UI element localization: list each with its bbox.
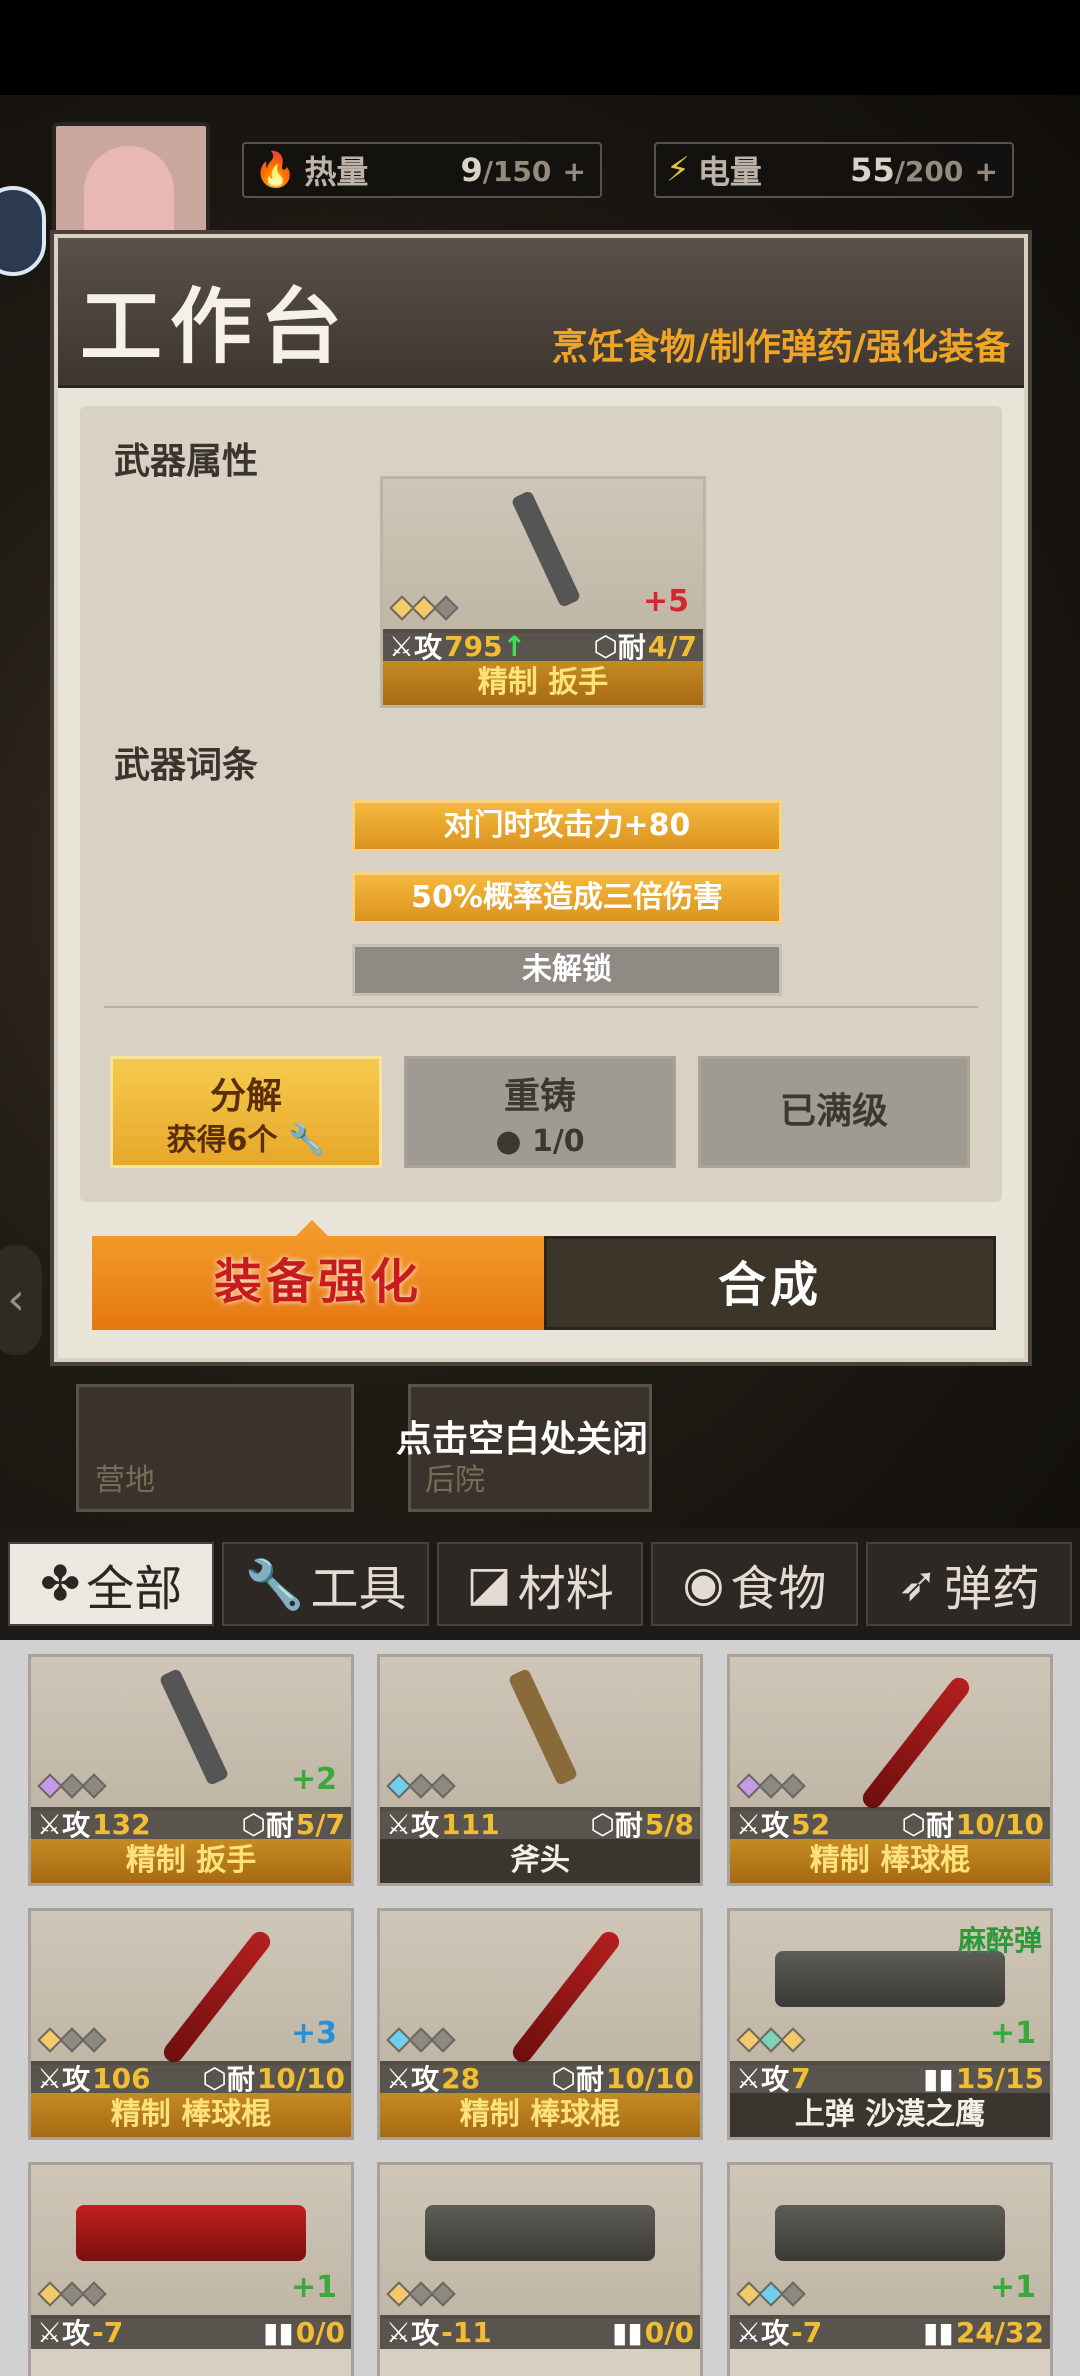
heat-resource-bar: 🔥 热量 9/150 + <box>242 142 602 198</box>
chevron-left-icon[interactable]: ‹ <box>0 1245 42 1355</box>
camp-label: 营地 <box>95 1463 155 1498</box>
modal-subtitle: 烹饪食物/制作弹药/强化装备 <box>551 327 1010 368</box>
weapon-affix-heading: 武器词条 <box>114 745 259 786</box>
clover-icon: ✤ <box>40 1556 81 1612</box>
item-card[interactable]: ⚔ 攻 28 ⬡ 耐 10/10 精制 棒球棍 <box>377 1908 703 2140</box>
ammo-tag: 麻醉弹 <box>957 1924 1042 1957</box>
tab-materials[interactable]: ◪ 材料 <box>436 1542 644 1626</box>
weapon-card[interactable]: +5 ⚔ 攻 795 ↑ ⬡ 耐 4/7 精制 扳手 <box>380 476 706 708</box>
workbench-modal: 工作台 烹饪食物/制作弹药/强化装备 武器属性 +5 ⚔ 攻 795 ↑ ⬡ 耐 4/7 精… <box>54 234 1028 1362</box>
tab-all[interactable]: ✤ 全部 <box>8 1542 215 1626</box>
food-icon: ◉ <box>682 1556 725 1612</box>
rifle-icon <box>774 2205 1006 2261</box>
inventory-grid: +2 ⚔ 攻 132 ⬡ 耐 5/7 精制 扳手 ⚔ 攻 111 ⬡ 耐 5/8 斧头 ⚔ 攻 52 ⬡ 耐… <box>0 1640 1080 2376</box>
weapon-attr-heading: 武器属性 <box>114 441 259 482</box>
screen: 🔥 热量 9/150 + ⚡ 电量 55/200 + 营地 后院 点击空白处关闭… <box>0 0 1080 2376</box>
power-label: 电量 <box>697 153 762 191</box>
modal-title: 工作台 <box>80 280 351 375</box>
ore-icon: ● <box>495 1124 522 1159</box>
tab-tools[interactable]: 🔧 工具 <box>222 1542 429 1626</box>
max-level-button: 已满级 <box>698 1056 970 1168</box>
heat-value: 9/150 + <box>460 151 586 189</box>
item-card[interactable]: +2 ⚔ 攻 132 ⬡ 耐 5/7 精制 扳手 <box>28 1654 354 1886</box>
wrench-icon: 🔧 <box>244 1556 305 1613</box>
ammo-icon: ▮▮ <box>923 2315 954 2349</box>
weapon-stats: ⚔ 攻 795 ↑ ⬡ 耐 4/7 <box>383 629 703 664</box>
power-resource-bar: ⚡ 电量 55/200 + <box>654 142 1014 198</box>
modal-header: 工作台 烹饪食物/制作弹药/强化装备 <box>58 238 1024 388</box>
chat-bubble-icon[interactable] <box>0 186 46 276</box>
quality-gems <box>389 595 459 621</box>
fire-icon: 🔥 <box>254 150 297 190</box>
tab-ammo[interactable]: ➶ 弹药 <box>865 1542 1073 1626</box>
affix-1: 对门时攻击力+80 <box>352 800 782 852</box>
modal-body: 武器属性 +5 ⚔ 攻 795 ↑ ⬡ 耐 4/7 精制 扳手 武器词条 对门时攻击力+80… <box>80 406 1002 1202</box>
power-value: 55/200 + <box>850 151 998 189</box>
affix-locked: 未解锁 <box>352 944 782 996</box>
bat-icon <box>858 1673 974 1813</box>
ammo-icon: ▮▮ <box>923 2061 954 2095</box>
tab-food[interactable]: ◉ 食物 <box>651 1542 858 1626</box>
rifle-icon <box>424 2205 656 2261</box>
axe-icon <box>507 1667 579 1787</box>
category-tabs: ✤ 全部 🔧 工具 ◪ 材料 ◉ 食物 ➶ 弹药 <box>0 1528 1080 1640</box>
weapon-name: 精制 扳手 <box>383 661 703 705</box>
pistol-icon <box>774 1951 1006 2007</box>
ammo-icon: ▮▮ <box>262 2315 294 2349</box>
heat-label: 热量 <box>304 153 369 191</box>
ammo-icon: ▮▮ <box>611 2315 643 2349</box>
item-card[interactable]: +1 ⚔ 攻 -7 ▮▮ 0/0 <box>28 2162 354 2376</box>
status-bar <box>0 0 1080 95</box>
wrench-icon <box>510 489 582 609</box>
bat-icon <box>508 1927 624 2067</box>
decompose-button[interactable]: 分解 获得6个 🔧 <box>110 1056 382 1168</box>
tab-craft[interactable]: 合成 <box>544 1236 996 1330</box>
affix-2: 50%概率造成三倍伤害 <box>352 872 782 924</box>
recast-button[interactable]: 重铸 ● 1/0 <box>404 1056 676 1168</box>
item-card[interactable]: ⚔ 攻 52 ⬡ 耐 10/10 精制 棒球棍 <box>727 1654 1053 1886</box>
bullet-icon: ➶ <box>897 1556 938 1612</box>
item-card[interactable]: ⚔ 攻 111 ⬡ 耐 5/8 斧头 <box>377 1654 703 1886</box>
battery-icon: ⚡ <box>666 150 690 190</box>
camp-card[interactable]: 营地 <box>76 1384 354 1512</box>
item-card[interactable]: +3 ⚔ 攻 106 ⬡ 耐 10/10 精制 棒球棍 <box>28 1908 354 2140</box>
wrench-icon <box>158 1667 230 1787</box>
nailgun-icon <box>75 2205 307 2261</box>
box-icon: ◪ <box>466 1556 512 1612</box>
wrench-icon: 🔧 <box>287 1123 326 1158</box>
item-card[interactable]: 麻醉弹 +1 ⚔ 攻 7 ▮▮ 15/15 上弹 沙漠之鹰 <box>727 1908 1053 2140</box>
item-card[interactable]: ⚔ 攻 -11 ▮▮ 0/0 <box>377 2162 703 2376</box>
upgrade-level: +5 <box>642 584 689 619</box>
close-hint[interactable]: 点击空白处关闭 <box>396 1410 648 1462</box>
tab-enhance[interactable]: 装备强化 <box>92 1236 544 1330</box>
divider <box>104 1006 978 1008</box>
item-card[interactable]: +1 ⚔ 攻 -7 ▮▮ 24/32 <box>727 2162 1053 2376</box>
bat-icon <box>159 1927 275 2067</box>
